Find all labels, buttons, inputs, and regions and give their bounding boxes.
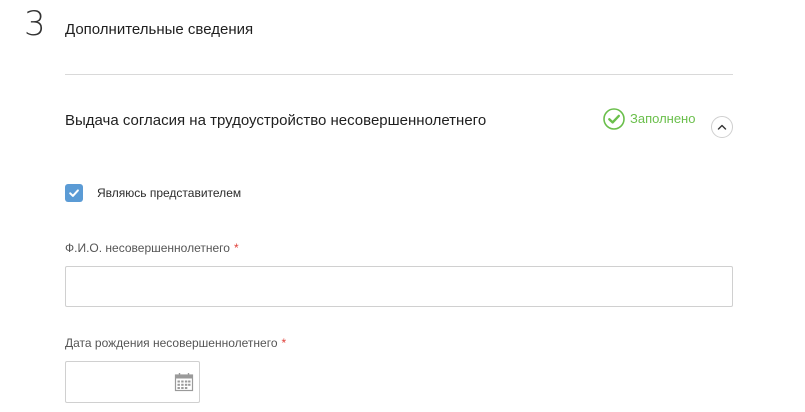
representative-row: Являюсь представителем <box>65 184 241 202</box>
required-mark: * <box>233 241 239 255</box>
birth-date-label: Дата рождения несовершеннолетнего * <box>65 335 286 351</box>
status-badge: Заполнено <box>603 108 695 130</box>
fio-label-text: Ф.И.О. несовершеннолетнего <box>65 241 230 255</box>
checkmark-icon <box>69 189 79 197</box>
representative-label: Являюсь представителем <box>97 186 242 200</box>
section-title: Дополнительные сведения <box>65 21 254 38</box>
birth-date-input[interactable] <box>66 362 166 402</box>
fio-label: Ф.И.О. несовершеннолетнего * <box>65 240 239 256</box>
birth-date-field <box>65 361 200 403</box>
birth-date-label-text: Дата рождения несовершеннолетнего <box>65 336 278 350</box>
collapse-button[interactable] <box>711 116 733 138</box>
representative-checkbox[interactable] <box>65 184 83 202</box>
fio-input[interactable] <box>65 266 733 307</box>
check-circle-icon <box>603 108 625 130</box>
chevron-up-icon <box>717 124 727 130</box>
section-divider <box>65 74 733 75</box>
step-number: 3 <box>24 4 46 44</box>
required-mark: * <box>281 336 287 350</box>
subsection-title: Выдача согласия на трудоустройство несов… <box>65 112 487 129</box>
status-text: Заполнено <box>630 111 696 126</box>
calendar-icon[interactable] <box>173 371 195 393</box>
